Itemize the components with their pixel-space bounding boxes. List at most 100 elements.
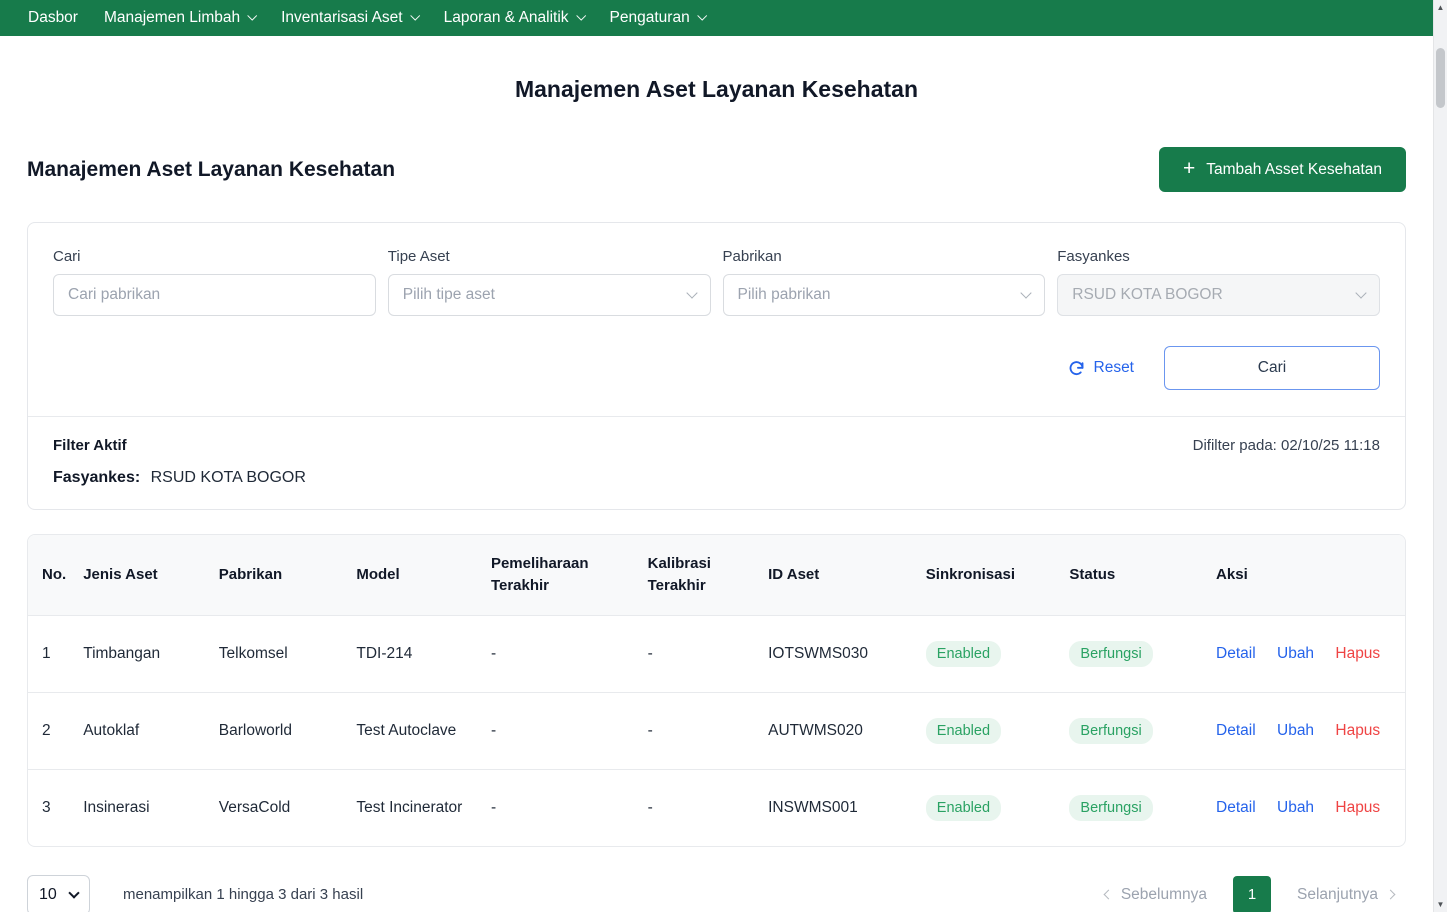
search-input[interactable]	[53, 274, 376, 316]
cell-kalibrasi: -	[636, 692, 757, 769]
tipe-aset-select[interactable]: Pilih tipe aset	[388, 274, 711, 316]
chevron-down-icon	[68, 887, 79, 898]
next-page-label: Selanjutnya	[1297, 886, 1378, 904]
cell-pabrikan: Telkomsel	[207, 615, 345, 692]
cell-pemeliharaan: -	[479, 692, 636, 769]
cell-model: TDI-214	[344, 615, 479, 692]
cell-kalibrasi: -	[636, 615, 757, 692]
detail-link[interactable]: Detail	[1216, 645, 1256, 663]
filter-field-cari: Cari	[53, 248, 376, 316]
col-header-id-aset: ID Aset	[756, 535, 914, 615]
chevron-down-icon	[247, 11, 257, 21]
nav-item-label: Laporan & Analitik	[444, 9, 569, 27]
hapus-link[interactable]: Hapus	[1335, 799, 1380, 817]
cell-kalibrasi: -	[636, 769, 757, 846]
cell-model: Test Incinerator	[344, 769, 479, 846]
vertical-scrollbar[interactable]: ▲ ▼	[1433, 0, 1447, 912]
nav-item-manajemen-limbah[interactable]: Manajemen Limbah	[104, 9, 255, 27]
nav-item-label: Manajemen Limbah	[104, 9, 240, 27]
cell-id-aset: INSWMS001	[756, 769, 914, 846]
filter-field-pabrikan: Pabrikan Pilih pabrikan	[723, 248, 1046, 316]
hapus-link[interactable]: Hapus	[1335, 645, 1380, 663]
status-badge: Berfungsi	[1069, 795, 1152, 821]
pabrikan-select[interactable]: Pilih pabrikan	[723, 274, 1046, 316]
filtered-at-timestamp: Difilter pada: 02/10/25 11:18	[1193, 437, 1380, 454]
cell-model: Test Autoclave	[344, 692, 479, 769]
nav-item-dasbor[interactable]: Dasbor	[28, 9, 78, 27]
cell-jenis-aset: Insinerasi	[71, 769, 207, 846]
nav-item-label: Dasbor	[28, 9, 78, 27]
chevron-down-icon	[1021, 287, 1032, 298]
cell-id-aset: AUTWMS020	[756, 692, 914, 769]
nav-item-label: Inventarisasi Aset	[281, 9, 402, 27]
cell-no: 3	[28, 769, 71, 846]
cell-no: 2	[28, 692, 71, 769]
pagination-left: 10 menampilkan 1 hingga 3 dari 3 hasil	[27, 875, 363, 912]
pabrikan-placeholder: Pilih pabrikan	[738, 286, 831, 304]
col-header-aksi: Aksi	[1204, 535, 1405, 615]
page-content: Manajemen Aset Layanan Kesehatan Manajem…	[0, 76, 1433, 912]
chevron-right-icon	[1386, 890, 1396, 900]
divider	[28, 416, 1405, 417]
cell-pemeliharaan: -	[479, 769, 636, 846]
table-row: 2 Autoklaf Barloworld Test Autoclave - -…	[28, 692, 1405, 769]
scroll-down-arrow-icon[interactable]: ▼	[1434, 900, 1447, 909]
col-header-status: Status	[1057, 535, 1204, 615]
scroll-up-arrow-icon[interactable]: ▲	[1434, 3, 1447, 12]
nav-item-inventarisasi-aset[interactable]: Inventarisasi Aset	[281, 9, 417, 27]
cari-submit-button[interactable]: Cari	[1164, 346, 1380, 390]
page-title: Manajemen Aset Layanan Kesehatan	[27, 76, 1406, 103]
status-badge: Berfungsi	[1069, 641, 1152, 667]
sync-status-badge: Enabled	[926, 795, 1001, 821]
filter-actions: Reset Cari	[53, 346, 1380, 390]
cell-id-aset: IOTSWMS030	[756, 615, 914, 692]
ubah-link[interactable]: Ubah	[1277, 799, 1314, 817]
scrollbar-thumb[interactable]	[1436, 48, 1445, 108]
nav-item-laporan-analitik[interactable]: Laporan & Analitik	[444, 9, 584, 27]
fasyankes-select: RSUD KOTA BOGOR	[1057, 274, 1380, 316]
section-header: Manajemen Aset Layanan Kesehatan + Tamba…	[27, 147, 1406, 192]
filter-field-tipe-aset: Tipe Aset Pilih tipe aset	[388, 248, 711, 316]
chevron-down-icon	[697, 11, 707, 21]
reset-button-label: Reset	[1094, 359, 1135, 377]
next-page-button[interactable]: Selanjutnya	[1285, 878, 1406, 912]
active-filter-header: Filter Aktif Difilter pada: 02/10/25 11:…	[53, 437, 1380, 454]
pabrikan-label: Pabrikan	[723, 248, 1046, 265]
add-asset-button[interactable]: + Tambah Asset Kesehatan	[1159, 147, 1406, 192]
cell-actions: Detail Ubah Hapus	[1204, 769, 1405, 846]
ubah-link[interactable]: Ubah	[1277, 722, 1314, 740]
cell-no: 1	[28, 615, 71, 692]
active-filter-key: Fasyankes:	[53, 469, 140, 486]
page-size-select[interactable]: 10	[27, 875, 90, 912]
current-page-button[interactable]: 1	[1233, 876, 1271, 912]
pagination-controls: Sebelumnya 1 Selanjutnya	[1093, 876, 1406, 912]
plus-icon: +	[1183, 158, 1195, 179]
previous-page-button[interactable]: Sebelumnya	[1093, 878, 1219, 912]
col-header-kalibrasi-terakhir: Kalibrasi Terakhir	[636, 535, 757, 615]
active-filter-item: Fasyankes: RSUD KOTA BOGOR	[53, 469, 1380, 487]
cari-label: Cari	[53, 248, 376, 265]
results-summary: menampilkan 1 hingga 3 dari 3 hasil	[123, 886, 363, 903]
previous-page-label: Sebelumnya	[1121, 886, 1207, 904]
detail-link[interactable]: Detail	[1216, 722, 1256, 740]
hapus-link[interactable]: Hapus	[1335, 722, 1380, 740]
nav-item-label: Pengaturan	[610, 9, 690, 27]
sync-status-badge: Enabled	[926, 641, 1001, 667]
table-header-row: No. Jenis Aset Pabrikan Model Pemelihara…	[28, 535, 1405, 615]
cell-pemeliharaan: -	[479, 615, 636, 692]
cell-pabrikan: Barloworld	[207, 692, 345, 769]
status-badge: Berfungsi	[1069, 718, 1152, 744]
active-filter-title: Filter Aktif	[53, 437, 127, 454]
nav-item-pengaturan[interactable]: Pengaturan	[610, 9, 705, 27]
detail-link[interactable]: Detail	[1216, 799, 1256, 817]
table-row: 1 Timbangan Telkomsel TDI-214 - - IOTSWM…	[28, 615, 1405, 692]
reset-button[interactable]: Reset	[1068, 359, 1135, 377]
assets-table: No. Jenis Aset Pabrikan Model Pemelihara…	[28, 535, 1405, 846]
assets-table-card: No. Jenis Aset Pabrikan Model Pemelihara…	[27, 534, 1406, 847]
cell-actions: Detail Ubah Hapus	[1204, 692, 1405, 769]
ubah-link[interactable]: Ubah	[1277, 645, 1314, 663]
col-header-sinkronisasi: Sinkronisasi	[914, 535, 1058, 615]
chevron-down-icon	[576, 11, 586, 21]
col-header-jenis-aset: Jenis Aset	[71, 535, 207, 615]
top-navbar: Dasbor Manajemen Limbah Inventarisasi As…	[0, 0, 1433, 36]
